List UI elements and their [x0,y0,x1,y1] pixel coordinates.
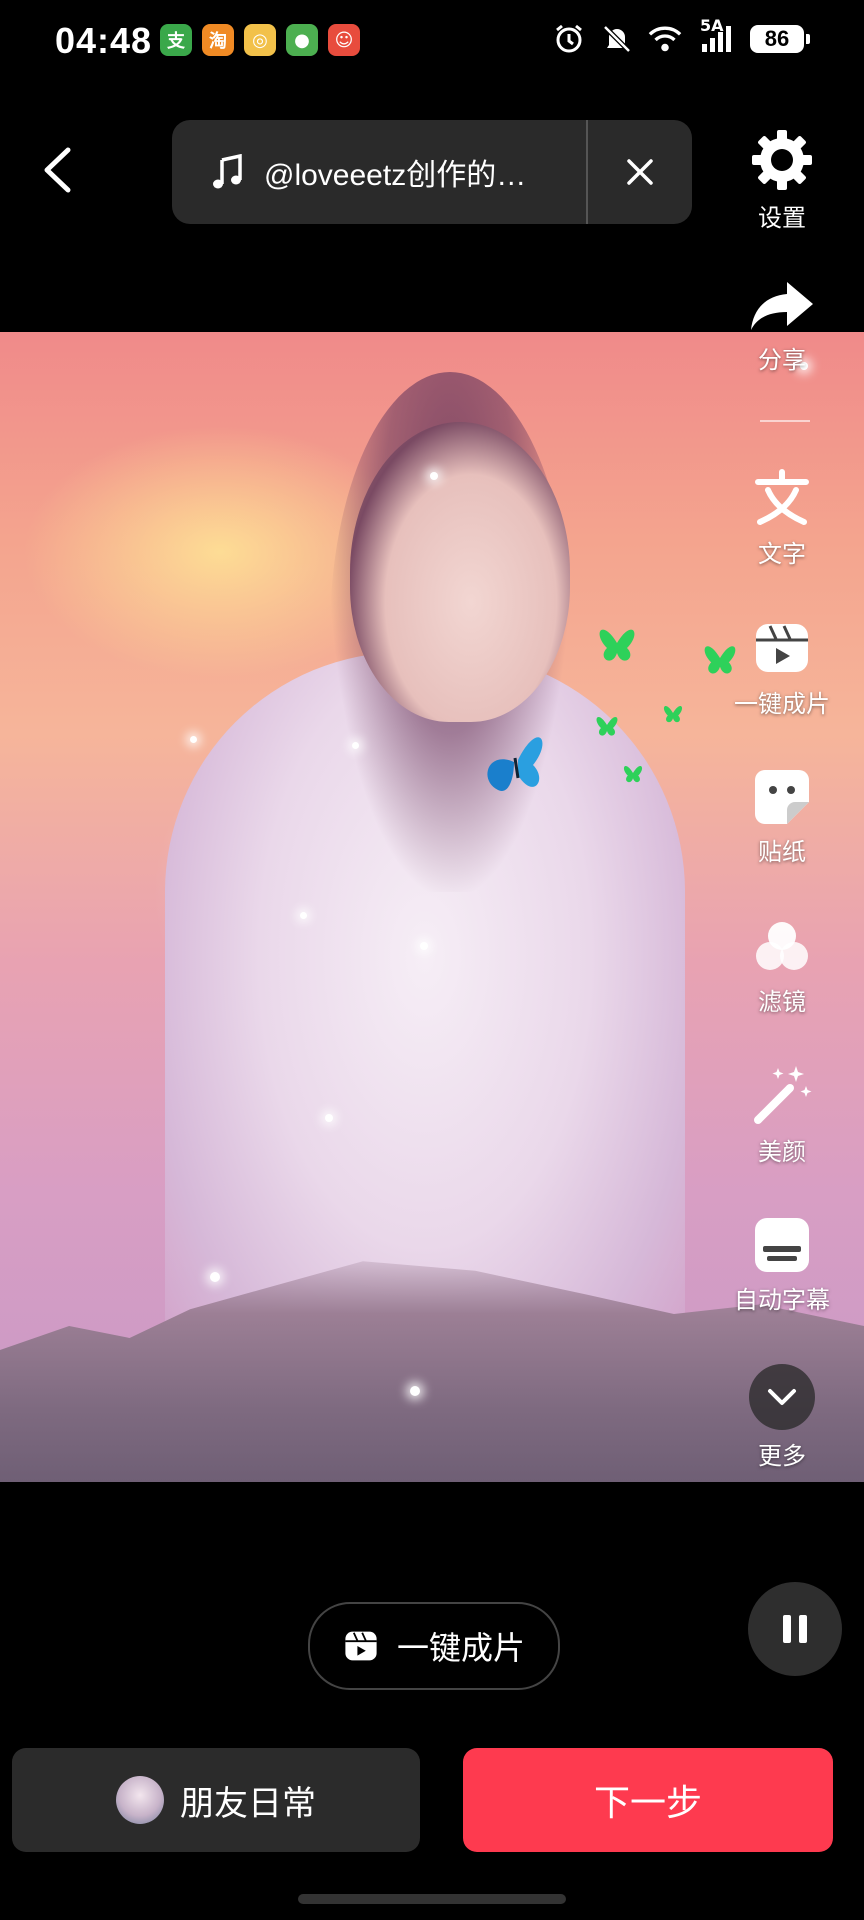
battery-indicator: 86 [750,25,810,53]
sidebar-label: 设置 [758,204,806,232]
weibo-icon: ◎ [244,24,276,56]
sidebar-item-share[interactable]: 分享 [722,278,842,375]
clapperboard-icon [345,1631,377,1661]
sidebar-item-beauty[interactable]: 美颜 [722,1062,842,1167]
wechat-style-icon: ● [286,24,318,56]
bank-app-icon: 支 [160,24,192,56]
alarm-icon [552,22,586,56]
sidebar-label: 一键成片 [734,690,830,718]
next-step-button[interactable]: 下一步 [463,1748,833,1852]
sidebar-label: 更多 [758,1442,806,1470]
sparkle [190,736,197,743]
sidebar-item-settings[interactable]: 设置 [722,128,842,233]
friends-daily-label: 朋友日常 [180,1783,316,1824]
music-info[interactable]: @loveeetz创作的… [172,150,586,194]
close-icon [627,159,653,185]
network-type: 5A [700,16,724,35]
sticker-icon [755,770,809,824]
pause-button[interactable] [748,1582,842,1676]
sparkle [210,1272,220,1282]
sidebar-divider [760,420,810,422]
blue-butterfly-icon [487,737,543,791]
sparkle [352,742,359,749]
clapperboard-icon [756,624,808,672]
sidebar-item-oneclick[interactable]: 一键成片 [722,618,842,719]
status-time: 04:48 [55,20,153,61]
sidebar-label: 文字 [758,540,806,568]
music-title: @loveeetz创作的… [264,159,527,192]
gear-icon [752,130,812,190]
filter-icon [756,922,808,970]
sidebar-item-sticker[interactable]: 贴纸 [722,768,842,867]
share-icon [751,282,813,330]
back-arrow-icon [44,147,71,193]
sidebar-item-text[interactable]: 文字 [722,468,842,569]
oneclick-label: 一键成片 [396,1629,525,1667]
sparkle [430,472,438,480]
sparkle [325,1114,333,1122]
pause-icon [783,1615,807,1643]
green-butterfly-icon [623,766,643,783]
preview-face [350,422,570,722]
sidebar-item-auto-subtitle[interactable]: 自动字幕 [722,1216,842,1315]
music-note-icon [213,154,242,189]
oneclick-button[interactable]: 一键成片 [308,1602,560,1690]
green-butterfly-icon [599,629,635,661]
sidebar-item-more[interactable]: 更多 [722,1364,842,1471]
sidebar-label: 滤镜 [758,988,806,1016]
subtitle-icon [755,1218,809,1272]
back-button[interactable] [32,140,82,200]
green-butterfly-icon [596,716,618,736]
shopping-app-icon: 淘 [202,24,234,56]
status-icons: 5A 86 [552,16,810,56]
remove-music-button[interactable] [588,120,692,224]
text-icon [755,469,809,525]
sparkle [420,942,428,950]
green-butterfly-icon [663,706,683,723]
sparkle [300,912,307,919]
chevron-down-icon [749,1364,815,1430]
avatar [116,1776,164,1824]
mute-bell-icon [600,22,634,56]
sidebar-label: 贴纸 [758,838,806,866]
red-app-icon: ☺ [328,24,360,56]
magic-wand-icon [754,1066,812,1124]
sidebar-item-filter[interactable]: 滤镜 [722,918,842,1017]
sidebar-label: 自动字幕 [734,1286,830,1314]
music-selector[interactable]: @loveeetz创作的… [172,120,692,224]
home-indicator[interactable] [298,1894,566,1904]
cell-signal-icon: 5A [696,16,736,56]
notification-icons: 支 淘 ◎ ● ☺ [160,24,360,56]
sidebar-label: 美颜 [758,1138,806,1166]
sidebar-label: 分享 [758,346,806,374]
wifi-icon [648,22,682,56]
friends-daily-button[interactable]: 朋友日常 [12,1748,420,1852]
sparkle [410,1386,420,1396]
